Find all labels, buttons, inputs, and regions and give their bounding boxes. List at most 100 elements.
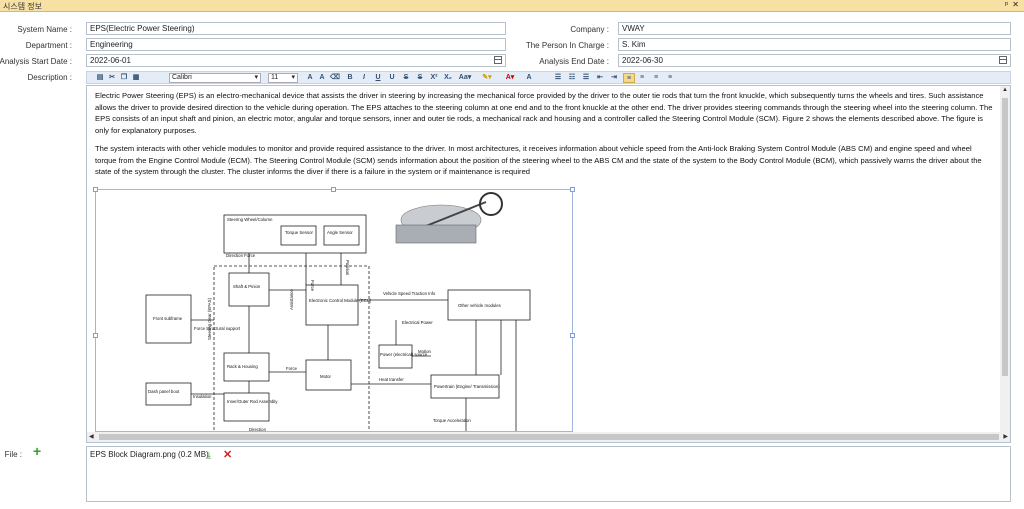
eps-block-diagram-image[interactable]: Steering Wheel/Column Torque Sensor Angl… <box>95 189 573 432</box>
other-modules-label: Other vehicle modules <box>458 303 501 308</box>
editor-toolbar: ▤ ✂ ❐ ▦ Calibri ▾ 11 ▾ A A ⌫ B I U U S S… <box>86 71 1011 84</box>
description-label: Description : <box>27 73 72 82</box>
superscript-icon[interactable]: X² <box>429 73 439 83</box>
change-case-icon[interactable]: Aa▾ <box>457 73 473 83</box>
position-label: Position <box>345 260 350 276</box>
resize-handle[interactable] <box>570 187 575 192</box>
vehicle-speed-label: Vehicle Speed Traction Info <box>383 291 436 296</box>
description-editor[interactable]: Electric Power Steering (EPS) is an elec… <box>86 85 1011 443</box>
scroll-left-icon[interactable]: ◀ <box>89 433 94 440</box>
shrink-font-icon[interactable]: A <box>317 73 327 83</box>
highlight-icon[interactable]: ✎▾ <box>479 73 495 83</box>
end-date-input[interactable]: 2022-06-30 <box>618 54 1011 67</box>
pin-icon[interactable]: ᵖ <box>1005 0 1008 9</box>
department-label: Department : <box>25 41 72 50</box>
close-icon[interactable]: ✕ <box>1012 0 1019 9</box>
eps-product-photo <box>395 192 503 244</box>
font-style-icon[interactable]: A <box>524 73 534 83</box>
align-center-icon[interactable]: ≡ <box>637 73 647 83</box>
calendar-icon[interactable] <box>494 56 502 64</box>
force-vertical-label: Force <box>310 280 315 292</box>
copy-icon[interactable]: ❐ <box>119 73 129 83</box>
underline-icon[interactable]: U <box>373 73 383 83</box>
paste-icon[interactable]: ▤ <box>95 73 105 83</box>
numbering-icon[interactable]: ☷ <box>567 73 577 83</box>
system-name-input[interactable]: EPS(Electric Power Steering) <box>86 22 506 35</box>
paste-special-icon[interactable]: ▦ <box>131 73 141 83</box>
start-date-label: Analysis Start Date : <box>0 57 72 66</box>
download-icon[interactable]: ⤓ <box>207 450 211 461</box>
end-date-value: 2022-06-30 <box>622 56 663 65</box>
font-size-select[interactable]: 11 ▾ <box>268 73 298 83</box>
bullets-icon[interactable]: ☰ <box>553 73 563 83</box>
align-right-icon[interactable]: ≡ <box>651 73 661 83</box>
clear-format-icon[interactable]: ⌫ <box>330 73 340 83</box>
italic-icon[interactable]: I <box>359 73 369 83</box>
motion-label: Motion <box>418 349 432 354</box>
steering-gear-label: Steering Gear (EPAS) <box>207 297 212 340</box>
align-left-icon[interactable]: ≡ <box>623 73 635 83</box>
angle-sensor-label: Angle Sensor <box>327 230 353 235</box>
resize-handle[interactable] <box>570 333 575 338</box>
torque-sensor-label: Torque Sensor <box>285 230 314 235</box>
force-label: Force <box>286 366 298 371</box>
file-list: EPS Block Diagram.png (0.2 MB) ⤓ ✕ <box>86 446 1011 502</box>
horizontal-scroll-thumb[interactable] <box>99 434 999 440</box>
assistance-label: Assistance <box>289 289 294 310</box>
resize-handle[interactable] <box>93 333 98 338</box>
cut-icon[interactable]: ✂ <box>107 73 117 83</box>
person-in-charge-label: The Person In Charge : <box>525 41 609 50</box>
department-input[interactable]: Engineering <box>86 38 506 51</box>
inner-outer-rod-label: Inner/Outer Rod Assembly <box>227 399 278 404</box>
electrical-power-label: Electrical Power <box>402 320 433 325</box>
font-family-select[interactable]: Calibri ▾ <box>169 73 261 83</box>
font-color-icon[interactable]: A▾ <box>502 73 518 83</box>
double-underline-icon[interactable]: U <box>387 73 397 83</box>
force-structural-label: Force Structural support <box>194 326 241 331</box>
delete-icon[interactable]: ✕ <box>223 448 232 461</box>
direction-force-label: Direction Force <box>226 253 256 258</box>
increase-indent-icon[interactable]: ⇥ <box>609 73 619 83</box>
subscript-icon[interactable]: X₂ <box>443 73 453 83</box>
file-name[interactable]: EPS Block Diagram.png (0.2 MB) <box>90 450 209 459</box>
horizontal-scrollbar[interactable]: ◀ ▶ <box>87 432 1010 442</box>
calendar-icon[interactable] <box>999 56 1007 64</box>
strikethrough-icon[interactable]: S <box>401 73 411 83</box>
decrease-indent-icon[interactable]: ⇤ <box>595 73 605 83</box>
file-label: File : <box>4 450 22 459</box>
window-title: 시스템 정보 <box>3 2 43 11</box>
justify-icon[interactable]: ≡ <box>665 73 675 83</box>
shaft-pinion-label: Shaft & Pinion <box>233 284 261 289</box>
end-date-label: Analysis End Date : <box>539 57 609 66</box>
heat-transfer-label: Heat transfer <box>379 377 404 382</box>
grow-font-icon[interactable]: A <box>305 73 315 83</box>
company-label: Company : <box>570 25 609 34</box>
ecu-label: Electronic Control Module (ECU) <box>309 298 372 303</box>
rack-housing-label: Rack & Housing <box>227 364 258 369</box>
motor-label: Motor <box>320 374 332 379</box>
vertical-scrollbar[interactable]: ▲ <box>1000 86 1010 432</box>
person-in-charge-input[interactable]: S. Kim <box>618 38 1011 51</box>
system-name-label: System Name : <box>17 25 72 34</box>
bold-icon[interactable]: B <box>345 73 355 83</box>
start-date-input[interactable]: 2022-06-01 <box>86 54 506 67</box>
vertical-scroll-thumb[interactable] <box>1002 98 1008 376</box>
resize-handle[interactable] <box>93 187 98 192</box>
font-size-value: 11 <box>271 74 279 81</box>
torque-acceleration-label: Torque Acceleration <box>433 418 471 423</box>
scroll-right-icon[interactable]: ▶ <box>1003 433 1008 440</box>
file-item: EPS Block Diagram.png (0.2 MB) <box>90 450 209 459</box>
resize-handle[interactable] <box>331 187 336 192</box>
add-file-icon[interactable]: + <box>33 443 41 459</box>
powertrain-label: Powertrain (Engine/ Transmission) <box>434 384 500 389</box>
double-strikethrough-icon[interactable]: S <box>415 73 425 83</box>
steering-wheel-label: Steering Wheel/Column <box>227 217 273 222</box>
scroll-up-icon[interactable]: ▲ <box>1002 87 1008 93</box>
chevron-down-icon: ▾ <box>291 74 295 81</box>
company-input[interactable]: VWAY <box>618 22 1011 35</box>
multilevel-list-icon[interactable]: ☰ <box>581 73 591 83</box>
insulation-label: Insulation <box>193 394 212 399</box>
window-titlebar: 시스템 정보 ᵖ ✕ <box>0 0 1024 12</box>
chevron-down-icon: ▾ <box>254 74 258 81</box>
dash-panel-label: Dash panel boot <box>148 389 180 394</box>
